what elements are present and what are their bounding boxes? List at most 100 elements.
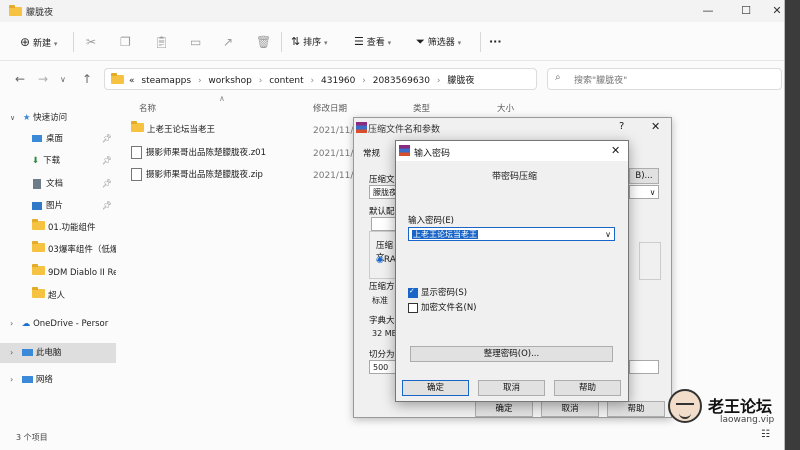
- organize-passwords-button[interactable]: 整理密码(O)...: [410, 346, 613, 362]
- overflow-chevron[interactable]: «: [129, 76, 135, 86]
- sidebar-label: 此电脑: [35, 348, 62, 358]
- cancel-button[interactable]: 取消: [478, 380, 545, 396]
- sidebar-item-folder[interactable]: 03爆率组件（低爆: [0, 240, 116, 260]
- up-arrow-icon[interactable]: ↑: [82, 72, 92, 86]
- tab-general[interactable]: 常规: [363, 147, 380, 159]
- help-icon[interactable]: ?: [619, 121, 624, 132]
- encrypt-filenames-checkbox[interactable]: 加密文件名(N): [408, 301, 477, 313]
- filter-button[interactable]: ⏷ 筛选器 ▾: [416, 34, 461, 50]
- browse-button[interactable]: B)...: [629, 168, 659, 184]
- archive-name-value: 朦胧夜: [373, 188, 397, 197]
- sidebar-item-quick-access[interactable]: ∨ ★ 快速访问: [0, 108, 116, 128]
- sidebar-label: 快速访问: [33, 113, 68, 123]
- new-button[interactable]: ⊕ 新建 ▾: [20, 34, 57, 50]
- sidebar-item-pictures[interactable]: 图片 📌︎: [0, 196, 116, 216]
- sidebar-label: 下载: [43, 156, 61, 166]
- filter-label: 筛选器: [427, 38, 455, 48]
- show-password-checkbox[interactable]: 显示密码(S): [408, 286, 467, 298]
- sort-label: 排序: [303, 38, 322, 48]
- sidebar-label: 文档: [46, 179, 64, 189]
- password-dialog: 输入密码 ✕ 带密码压缩 输入密码(E) 上老王论坛当老王 ∨ 显示密码(S) …: [395, 140, 629, 402]
- sort-button[interactable]: ⇅ 排序 ▾: [291, 34, 328, 50]
- close-icon[interactable]: ✕: [611, 144, 620, 157]
- back-arrow-icon[interactable]: ←: [15, 72, 25, 86]
- minimize-icon[interactable]: —: [697, 3, 719, 19]
- show-password-label: 显示密码(S): [421, 288, 468, 298]
- rename-icon[interactable]: ▭: [190, 34, 201, 50]
- forward-arrow-icon[interactable]: →: [38, 72, 48, 86]
- breadcrumb-item[interactable]: content: [269, 76, 303, 86]
- sidebar-label: OneDrive - Persor: [33, 319, 109, 329]
- pin-icon[interactable]: 📌︎: [102, 129, 112, 149]
- sidebar-item-folder[interactable]: 01.功能组件: [0, 218, 116, 238]
- plus-circle-icon: ⊕: [20, 35, 31, 49]
- sidebar-item-desktop[interactable]: 桌面 📌︎: [0, 129, 116, 149]
- column-header-type[interactable]: 类型: [413, 102, 430, 114]
- title-bar: 朦胧夜 — ☐ ✕: [0, 0, 784, 22]
- sidebar-item-onedrive[interactable]: › ☁ OneDrive - Persor: [0, 314, 116, 334]
- share-icon[interactable]: ↗: [223, 34, 233, 50]
- help-button[interactable]: 帮助: [607, 401, 665, 417]
- breadcrumb-item[interactable]: 2083569630: [373, 76, 430, 86]
- chevron-down-icon: ∨: [649, 188, 658, 197]
- cancel-label: 取消: [502, 383, 520, 393]
- address-bar[interactable]: « steamapps › workshop › content › 43196…: [104, 68, 537, 90]
- sidebar-item-downloads[interactable]: ⬇ 下载 📌︎: [0, 151, 116, 171]
- picture-icon: [32, 201, 42, 210]
- sidebar-item-folder[interactable]: 9DM Diablo II Re: [0, 263, 116, 283]
- organize-label: 整理密码(O)...: [483, 349, 540, 359]
- chevron-right-icon: ›: [10, 319, 14, 328]
- column-header-date[interactable]: 修改日期: [313, 102, 347, 114]
- close-icon[interactable]: ✕: [651, 120, 660, 133]
- ok-button[interactable]: 确定: [475, 401, 533, 417]
- help-button[interactable]: 帮助: [554, 380, 621, 396]
- breadcrumb-item[interactable]: 431960: [321, 76, 355, 86]
- breadcrumb-separator: ›: [310, 76, 315, 86]
- delete-icon[interactable]: 🗑︎: [256, 34, 271, 50]
- recent-chevron-icon[interactable]: ∨: [60, 75, 66, 84]
- chevron-down-icon[interactable]: ∨: [605, 228, 611, 242]
- dialog-heading: 带密码压缩: [492, 172, 538, 182]
- password-label: 输入密码(E): [408, 216, 455, 226]
- ok-button[interactable]: 确定: [402, 380, 469, 396]
- folder-icon: [32, 264, 45, 275]
- breadcrumb-item[interactable]: workshop: [208, 76, 251, 86]
- breadcrumb-item[interactable]: steamapps: [141, 76, 191, 86]
- folder-icon: [32, 287, 45, 298]
- maximize-icon[interactable]: ☐: [735, 3, 757, 19]
- password-input[interactable]: 上老王论坛当老王 ∨: [408, 227, 615, 241]
- view-button[interactable]: ☰ 查看 ▾: [354, 34, 391, 50]
- search-box[interactable]: ⌕ 搜索"朦胧夜": [547, 68, 782, 90]
- column-header-size[interactable]: 大小: [497, 102, 514, 114]
- pin-icon[interactable]: 📌︎: [102, 174, 112, 194]
- pin-icon[interactable]: 📌︎: [102, 196, 112, 216]
- column-header-name[interactable]: 名称: [139, 102, 156, 114]
- checkbox-checked-icon: [408, 287, 418, 298]
- pin-icon[interactable]: 📌︎: [102, 151, 112, 171]
- sidebar-item-network[interactable]: › 网络: [0, 370, 116, 390]
- paste-icon[interactable]: 📋︎: [154, 34, 169, 50]
- default-profile-label: 默认配: [369, 207, 395, 217]
- sidebar-item-documents[interactable]: 文档 📌︎: [0, 174, 116, 194]
- cancel-button[interactable]: 取消: [541, 401, 599, 417]
- breadcrumb-separator: ›: [362, 76, 366, 86]
- chevron-down-icon: ▾: [457, 39, 462, 47]
- options-group: [639, 242, 661, 280]
- archive-name-dropdown[interactable]: ∨: [629, 185, 659, 199]
- checkbox-unchecked-icon: [408, 302, 418, 313]
- split-unit-box[interactable]: [629, 360, 659, 374]
- sidebar-label: 01.功能组件: [48, 223, 96, 233]
- cloud-icon: ☁: [21, 319, 31, 329]
- cancel-label: 取消: [561, 404, 579, 414]
- password-dialog-titlebar: 输入密码 ✕: [396, 141, 628, 161]
- format-radio[interactable]: ◉RA: [376, 255, 396, 265]
- breadcrumb-item[interactable]: 朦胧夜: [447, 76, 474, 86]
- cut-icon[interactable]: ✂: [86, 34, 96, 50]
- sidebar-item-this-pc[interactable]: › 此电脑: [0, 343, 116, 363]
- help-label: 帮助: [578, 383, 596, 393]
- sidebar-item-folder[interactable]: 超人: [0, 286, 116, 306]
- more-options-icon[interactable]: ···: [489, 34, 502, 50]
- copy-icon[interactable]: ❐: [120, 34, 131, 50]
- chevron-down-icon: ▾: [53, 40, 58, 48]
- chevron-right-icon: ›: [10, 375, 14, 384]
